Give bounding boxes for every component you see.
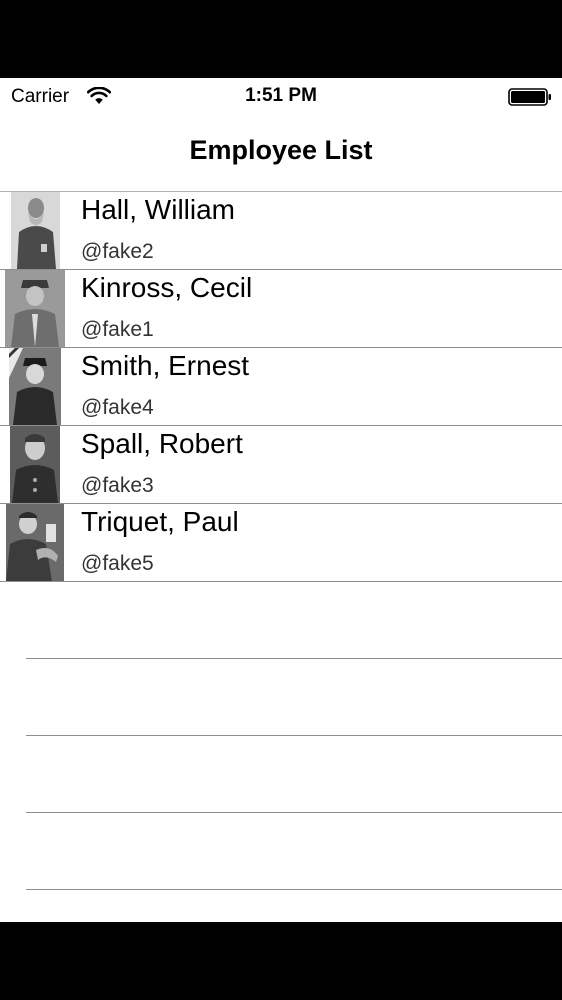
empty-table-row bbox=[0, 582, 562, 659]
employee-handle: @fake4 bbox=[81, 396, 154, 419]
status-bar: Carrier 1:51 PM bbox=[0, 78, 562, 116]
employee-row[interactable]: Kinross, Cecil @fake1 bbox=[0, 270, 562, 348]
employee-name: Triquet, Paul bbox=[81, 506, 239, 537]
employee-handle: @fake3 bbox=[81, 474, 154, 497]
navigation-bar: Employee List bbox=[0, 116, 562, 192]
employee-row[interactable]: Hall, William @fake2 bbox=[0, 192, 562, 270]
employee-handle: @fake5 bbox=[81, 552, 154, 575]
employee-photo bbox=[9, 348, 61, 425]
empty-table-row bbox=[0, 736, 562, 813]
employee-photo bbox=[10, 426, 60, 503]
employee-photo bbox=[11, 192, 60, 269]
page-title: Employee List bbox=[189, 135, 373, 165]
employee-name: Smith, Ernest bbox=[81, 350, 250, 381]
employee-name: Spall, Robert bbox=[81, 428, 243, 459]
employee-name: Kinross, Cecil bbox=[81, 272, 253, 303]
employee-row[interactable]: Triquet, Paul @fake5 bbox=[0, 504, 562, 582]
empty-table-row bbox=[0, 659, 562, 736]
bottom-letterbox bbox=[0, 922, 562, 1000]
employee-handle: @fake2 bbox=[81, 240, 154, 263]
empty-table-row bbox=[0, 813, 562, 890]
employee-handle: @fake1 bbox=[81, 318, 154, 341]
row-separator bbox=[26, 889, 562, 890]
app-screen: Carrier 1:51 PM Employee List Hall, Will bbox=[0, 78, 562, 922]
employee-row[interactable]: Spall, Robert @fake3 bbox=[0, 426, 562, 504]
employee-name: Hall, William bbox=[81, 194, 235, 225]
employee-photo bbox=[6, 504, 64, 581]
top-letterbox bbox=[0, 0, 562, 78]
battery-full-icon bbox=[508, 88, 551, 106]
employee-row[interactable]: Smith, Ernest @fake4 bbox=[0, 348, 562, 426]
status-time: 1:51 PM bbox=[245, 85, 317, 106]
employee-table: Hall, William @fake2 Kinross, Cecil @fak… bbox=[0, 192, 562, 890]
employee-photo bbox=[5, 270, 65, 347]
